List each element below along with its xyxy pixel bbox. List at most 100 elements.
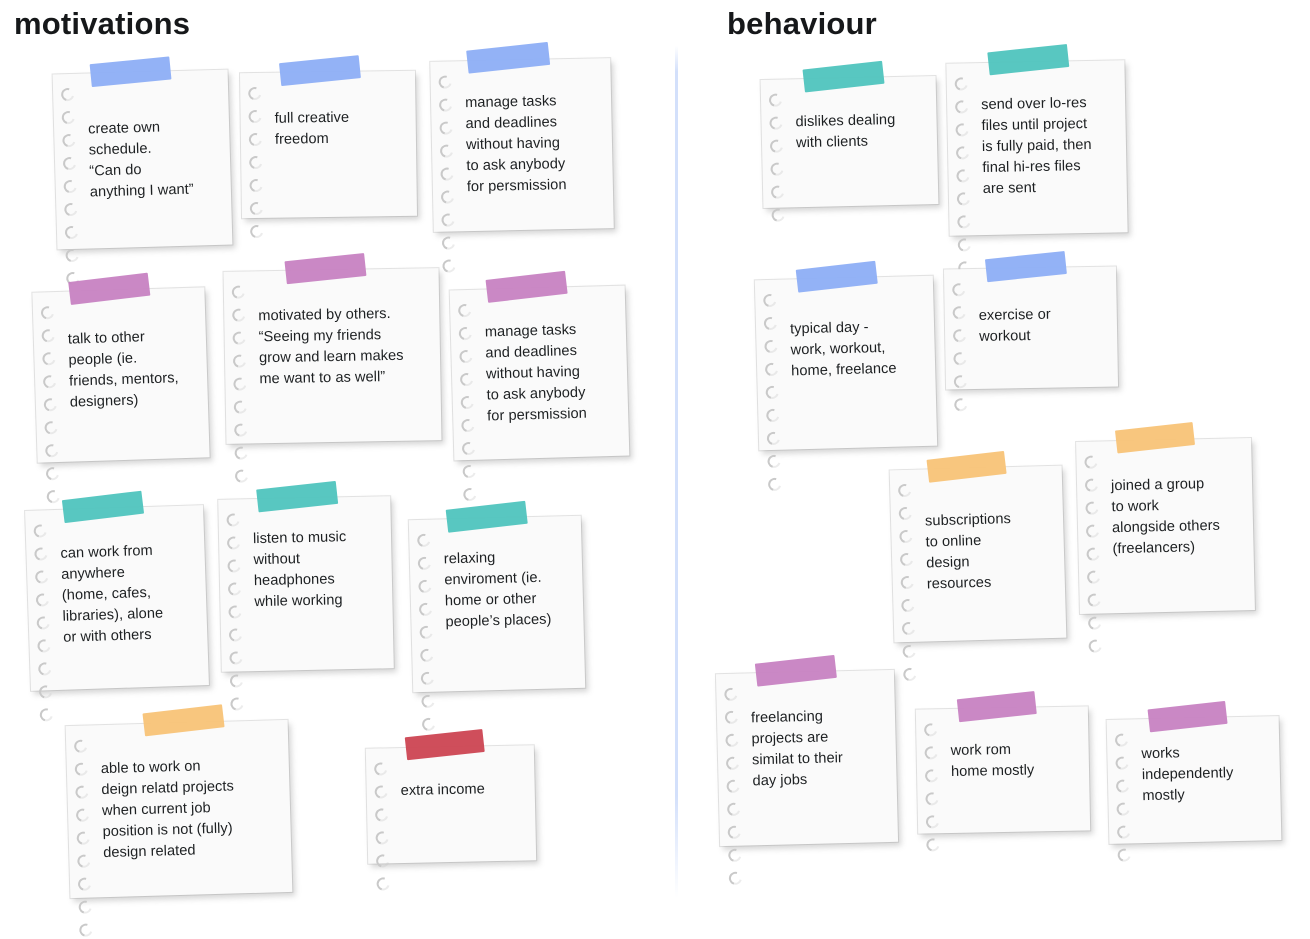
punch-hole-icon <box>247 176 265 195</box>
punch-holes <box>229 283 251 485</box>
sticky-note[interactable]: dislikes dealing with clients <box>760 60 939 224</box>
tape-strip-blue <box>89 56 172 88</box>
punch-hole-icon <box>73 806 92 825</box>
sticky-note[interactable]: manage tasks and deadlines without havin… <box>430 41 614 275</box>
sticky-note[interactable]: subscriptions to online design resources <box>889 450 1067 684</box>
tape-strip-blue <box>466 41 551 74</box>
punch-hole-icon <box>436 96 455 114</box>
column-heading-behaviour: behaviour <box>727 6 877 41</box>
sticky-note[interactable]: joined a group to work alongside others … <box>1076 422 1255 655</box>
punch-hole-icon <box>231 375 249 393</box>
punch-hole-icon <box>35 660 54 678</box>
punch-hole-icon <box>763 406 782 425</box>
tape-strip-purple <box>956 691 1037 723</box>
punch-hole-icon <box>75 852 93 871</box>
punch-holes <box>58 85 82 288</box>
sticky-note[interactable]: exercise or workout <box>943 250 1119 414</box>
punch-hole-icon <box>1113 754 1131 772</box>
sticky-note[interactable]: work rom home mostly <box>915 691 1091 854</box>
punch-hole-icon <box>372 806 391 824</box>
punch-hole-icon <box>439 211 457 229</box>
punch-hole-icon <box>62 200 80 219</box>
punch-hole-icon <box>231 421 250 439</box>
sticky-note[interactable]: create own schedule. “Can do anything I … <box>52 56 233 288</box>
sticky-note[interactable]: works independently mostly <box>1106 700 1282 864</box>
punch-hole-icon <box>1114 823 1133 841</box>
punch-hole-icon <box>418 669 437 688</box>
sticky-note[interactable]: talk to other people (ie. friends, mento… <box>32 272 210 506</box>
sticky-note[interactable]: freelancing projects are similat to thei… <box>715 654 899 888</box>
punch-hole-icon <box>76 898 95 917</box>
sticky-note-text: extra income <box>400 781 486 800</box>
punch-hole-icon <box>34 614 53 632</box>
punch-hole-icon <box>36 683 55 701</box>
punch-hole-icon <box>761 314 780 333</box>
punch-hole-icon <box>1083 499 1101 518</box>
punch-hole-icon <box>32 545 50 563</box>
sticky-note[interactable]: manage tasks and deadlines without havin… <box>449 270 630 504</box>
sticky-note-text: work rom home mostly <box>950 741 1035 780</box>
punch-hole-icon <box>371 760 390 778</box>
sticky-note[interactable]: extra income <box>365 728 537 893</box>
punch-hole-icon <box>33 591 52 609</box>
punch-hole-icon <box>372 783 391 801</box>
punch-hole-icon <box>438 165 456 183</box>
punch-hole-icon <box>1086 637 1105 655</box>
punch-hole-icon <box>42 441 61 460</box>
punch-hole-icon <box>60 154 79 173</box>
punch-hole-icon <box>768 160 786 178</box>
punch-holes <box>455 301 479 504</box>
punch-hole-icon <box>762 337 780 356</box>
sticky-note-text: motivated by others. “Seeing my friends … <box>258 305 404 388</box>
punch-hole-icon <box>228 695 246 713</box>
punch-holes <box>722 685 745 888</box>
sticky-note[interactable]: motivated by others. “Seeing my friends … <box>223 252 442 485</box>
punch-hole-icon <box>437 142 456 160</box>
sticky-note[interactable]: able to work on deign relatd projects wh… <box>65 704 293 939</box>
sticky-note-text: manage tasks and deadlines without havin… <box>484 321 588 425</box>
punch-hole-icon <box>41 395 60 414</box>
punch-hole-icon <box>724 800 743 819</box>
punch-hole-icon <box>247 199 266 218</box>
punch-hole-icon <box>457 370 476 389</box>
punch-hole-icon <box>417 623 436 642</box>
punch-hole-icon <box>415 554 434 573</box>
punch-hole-icon <box>247 222 266 241</box>
punch-hole-icon <box>922 744 940 762</box>
punch-hole-icon <box>39 326 58 345</box>
punch-hole-icon <box>1112 731 1131 749</box>
punch-hole-icon <box>763 383 782 402</box>
sticky-note-text: dislikes dealing with clients <box>795 111 896 152</box>
punch-hole-icon <box>764 429 783 448</box>
punch-hole-icon <box>40 349 58 368</box>
punch-holes <box>1112 731 1134 864</box>
sticky-note-text: manage tasks and deadlines without havin… <box>464 93 567 196</box>
punch-hole-icon <box>438 188 457 206</box>
punch-hole-icon <box>900 642 919 661</box>
sticky-note[interactable]: typical day - work, workout, home, freel… <box>754 260 938 494</box>
punch-holes <box>895 481 919 684</box>
punch-hole-icon <box>951 395 970 414</box>
punch-hole-icon <box>73 783 91 802</box>
sticky-note[interactable]: can work from anywhere (home, cafes, lib… <box>25 490 209 724</box>
sticky-note[interactable]: relaxing enviroment (ie. home or other p… <box>408 500 586 734</box>
punch-hole-icon <box>457 347 475 366</box>
punch-holes <box>436 73 458 275</box>
sticky-note[interactable]: send over lo-res files until project is … <box>946 43 1128 277</box>
punch-hole-icon <box>246 130 265 149</box>
punch-hole-icon <box>43 464 62 483</box>
tape-strip-orange <box>1114 422 1196 454</box>
punch-hole-icon <box>769 206 787 224</box>
sticky-note[interactable]: full creative freedom <box>239 55 418 241</box>
punch-hole-icon <box>762 360 781 379</box>
punch-hole-icon <box>950 326 969 345</box>
sticky-note-text: exercise or workout <box>978 306 1051 345</box>
punch-hole-icon <box>953 121 971 139</box>
punch-hole-icon <box>229 283 248 301</box>
punch-hole-icon <box>245 84 264 103</box>
punch-holes <box>414 531 438 734</box>
punch-hole-icon <box>1085 614 1104 632</box>
punch-hole-icon <box>923 790 941 808</box>
sticky-note[interactable]: listen to music without headphones while… <box>218 480 394 713</box>
tape-strip-purple <box>68 272 151 305</box>
